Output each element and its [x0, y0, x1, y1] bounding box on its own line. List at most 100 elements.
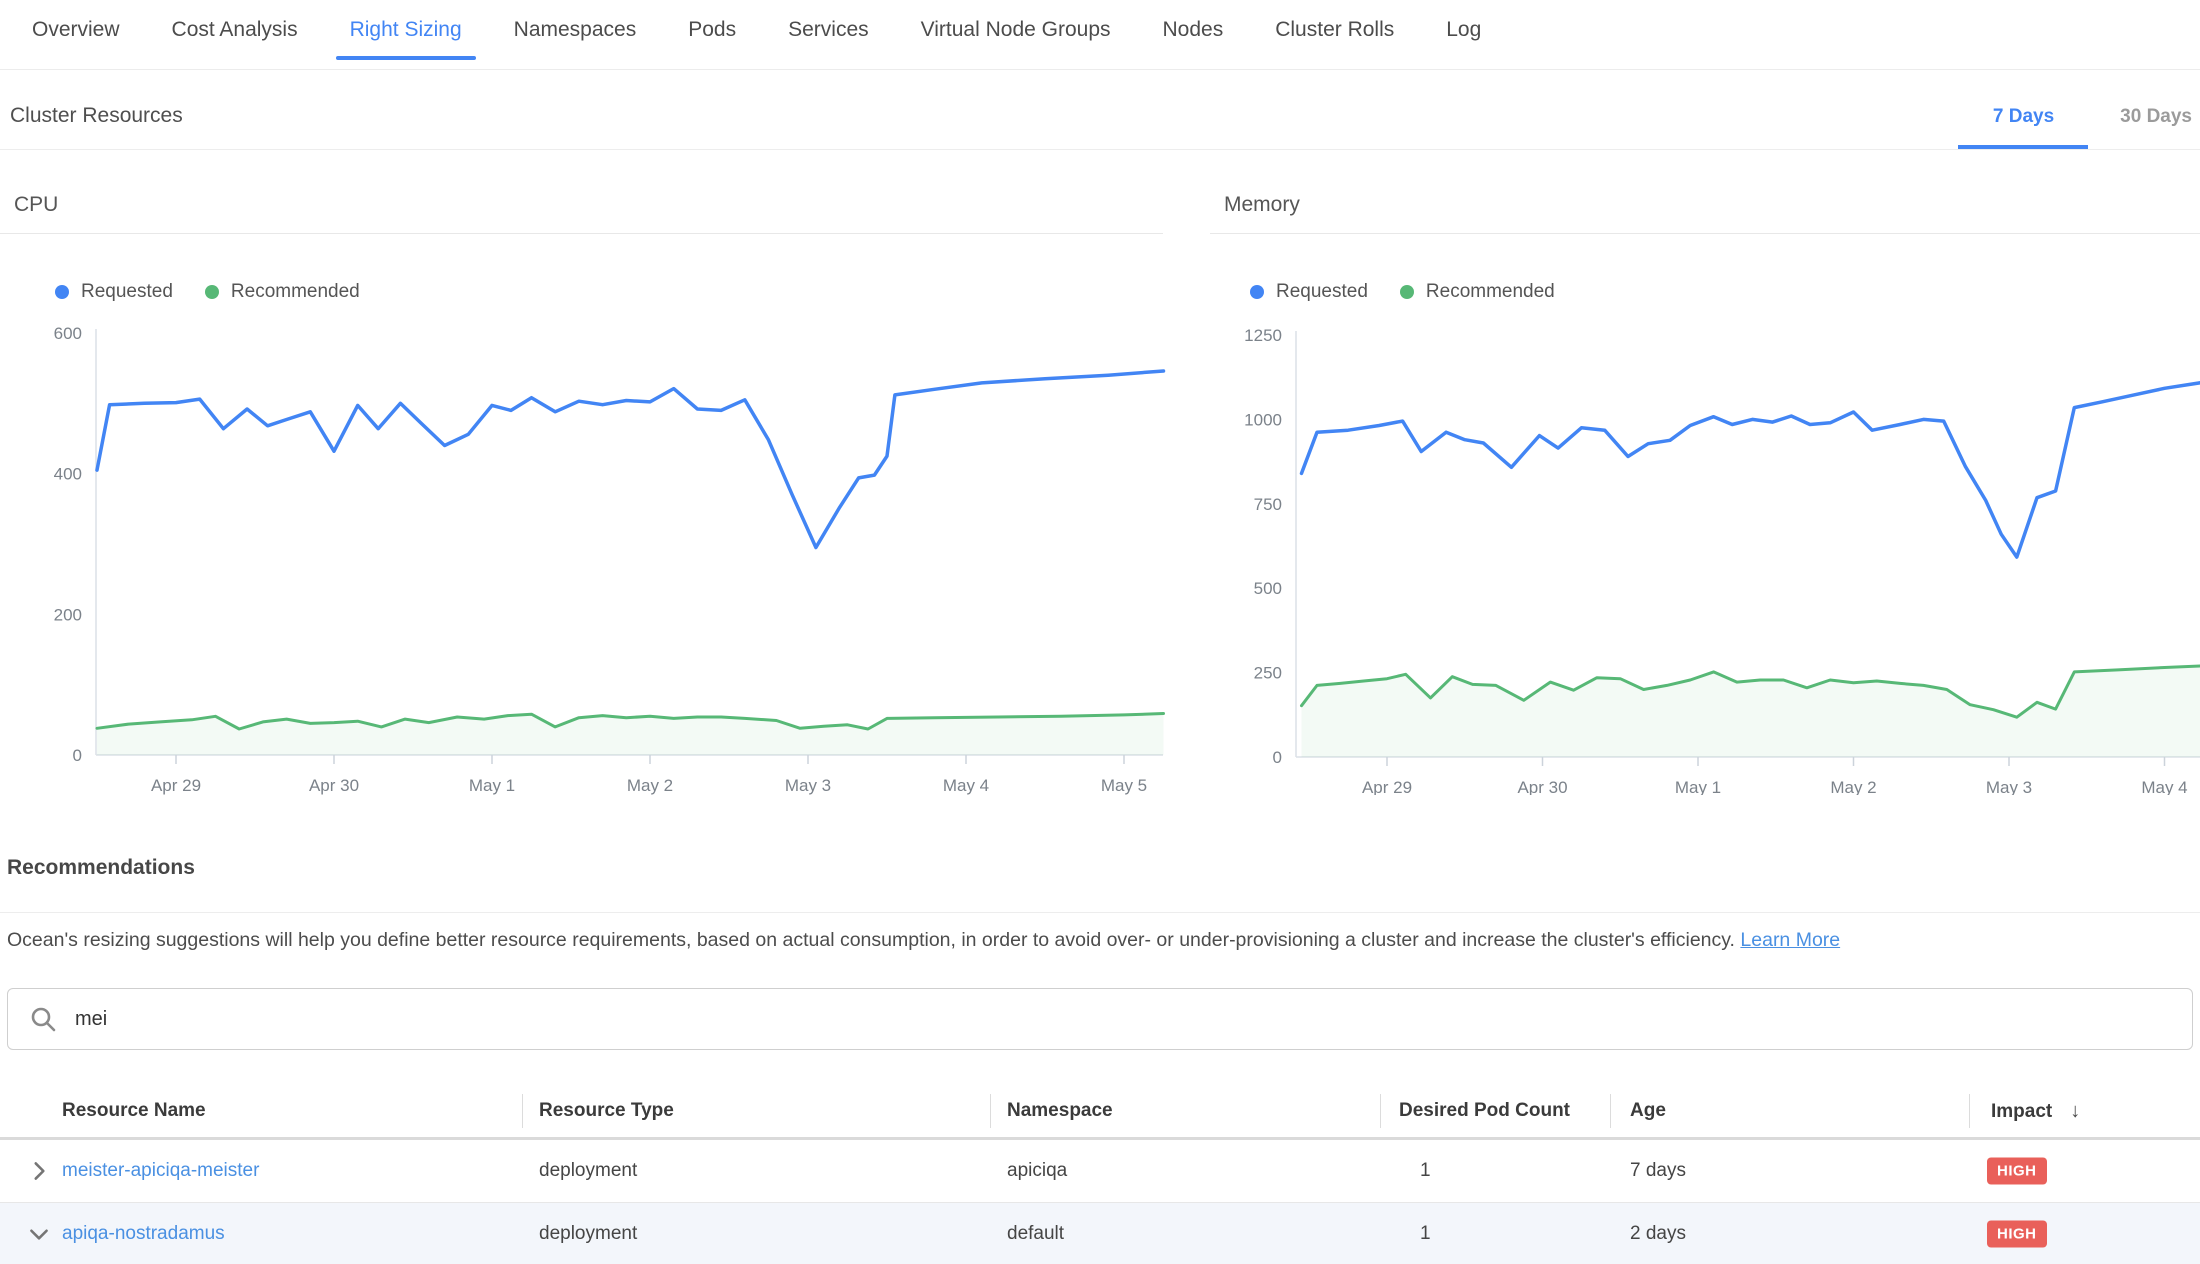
cpu-chart-legend: Requested Recommended: [55, 281, 392, 303]
chevron-right-icon[interactable]: [26, 1158, 52, 1184]
y-axis-tick-label: 600: [54, 325, 82, 343]
y-axis-tick-label: 200: [54, 605, 82, 624]
x-axis-tick-label: May 3: [1986, 778, 2032, 795]
time-range-7-days[interactable]: 7 Days: [1993, 106, 2054, 128]
tab-namespaces[interactable]: Namespaces: [514, 18, 637, 64]
legend-item-requested[interactable]: Requested: [1250, 281, 1368, 303]
search-icon: [30, 1006, 57, 1033]
pod-count-cell: 1: [1420, 1223, 1431, 1245]
resource-name-link[interactable]: meister-apiciqa-meister: [62, 1160, 259, 1182]
namespace-cell: apiciqa: [1007, 1160, 1067, 1182]
column-header-desired-pod-count[interactable]: Desired Pod Count: [1399, 1100, 1570, 1122]
page-title: Cluster Resources: [10, 104, 183, 128]
age-cell: 2 days: [1630, 1223, 1686, 1245]
legend-label: Recommended: [1426, 281, 1555, 303]
requested-legend-dot-icon: [1250, 285, 1264, 299]
memory-line-chart: 0 250 500 750 1000 1250 Apr 29 Apr 30 May 1 May 2…: [1210, 325, 2200, 795]
tab-bar: Overview Cost Analysis Right Sizing Namespa…: [0, 0, 2200, 70]
cpu-line-chart: 0 200 400 600 Apr 29 Apr 30 May 1 May 2 May 3 May…: [0, 325, 1170, 795]
tab-cost-analysis[interactable]: Cost Analysis: [172, 18, 298, 64]
recommended-legend-dot-icon: [205, 285, 219, 299]
y-axis-tick-label: 400: [54, 465, 82, 484]
resource-type-cell: deployment: [539, 1223, 637, 1245]
x-axis-tick-label: May 1: [469, 776, 515, 795]
x-axis-tick-label: May 4: [2141, 778, 2187, 795]
recommendations-description: Ocean's resizing suggestions will help y…: [7, 929, 2107, 952]
column-header-age[interactable]: Age: [1630, 1100, 1666, 1122]
column-divider: [1610, 1094, 1611, 1128]
column-divider: [990, 1094, 991, 1128]
search-box: [7, 988, 2193, 1050]
x-axis-tick-label: Apr 30: [1517, 778, 1567, 795]
pod-count-cell: 1: [1420, 1160, 1431, 1182]
tab-virtual-node-groups[interactable]: Virtual Node Groups: [921, 18, 1111, 64]
column-divider: [522, 1094, 523, 1128]
namespace-cell: default: [1007, 1223, 1064, 1245]
x-axis-tick-label: May 2: [1830, 778, 1876, 795]
tab-nodes[interactable]: Nodes: [1163, 18, 1224, 64]
active-range-underline: [1958, 145, 2088, 149]
requested-legend-dot-icon: [55, 285, 69, 299]
time-range-30-days[interactable]: 30 Days: [2120, 106, 2192, 128]
recommended-legend-dot-icon: [1400, 285, 1414, 299]
y-axis-tick-label: 250: [1254, 664, 1282, 683]
y-axis-tick-label: 0: [73, 746, 82, 765]
x-axis-tick-label: Apr 30: [309, 776, 359, 795]
resource-name-link[interactable]: apiqa-nostradamus: [62, 1223, 225, 1245]
tab-right-sizing[interactable]: Right Sizing: [350, 18, 462, 64]
legend-item-recommended[interactable]: Recommended: [1400, 281, 1555, 303]
cpu-chart-title: CPU: [0, 193, 1163, 234]
memory-chart-legend: Requested Recommended: [1250, 281, 1587, 303]
y-axis-tick-label: 0: [1273, 748, 1282, 767]
legend-item-recommended[interactable]: Recommended: [205, 281, 360, 303]
x-axis-tick-label: May 3: [785, 776, 831, 795]
impact-badge: HIGH: [1987, 1158, 2047, 1185]
column-header-resource-type[interactable]: Resource Type: [539, 1100, 674, 1122]
legend-label: Recommended: [231, 281, 360, 303]
recommended-area: [97, 714, 1164, 756]
recommendations-description-text: Ocean's resizing suggestions will help y…: [7, 929, 1740, 951]
column-divider: [1969, 1094, 1970, 1128]
table-row[interactable]: apiqa-nostradamus deployment default 1 2 day…: [0, 1203, 2200, 1264]
x-axis-tick-label: May 2: [627, 776, 673, 795]
cpu-chart: 0 200 400 600 Apr 29 Apr 30 May 1 May 2 May 3 May…: [0, 325, 1170, 795]
table-header-row: Resource Name Resource Type Namespace Desir…: [0, 1090, 2200, 1137]
recommendations-divider: [0, 912, 2200, 913]
legend-item-requested[interactable]: Requested: [55, 281, 173, 303]
learn-more-link[interactable]: Learn More: [1740, 929, 1840, 951]
tab-services[interactable]: Services: [788, 18, 869, 64]
search-input[interactable]: [73, 1007, 2192, 1032]
age-cell: 7 days: [1630, 1160, 1686, 1182]
column-header-resource-name[interactable]: Resource Name: [62, 1100, 206, 1122]
x-axis-tick-label: Apr 29: [1362, 778, 1412, 795]
tab-pods[interactable]: Pods: [688, 18, 736, 64]
requested-series-line: [97, 371, 1164, 548]
column-header-namespace[interactable]: Namespace: [1007, 1100, 1113, 1122]
memory-chart: 0 250 500 750 1000 1250 Apr 29 Apr 30 May 1 May 2…: [1210, 325, 2200, 795]
column-header-impact[interactable]: Impact↓: [1991, 1100, 2080, 1123]
y-axis-tick-label: 1000: [1244, 410, 1282, 429]
x-axis-tick-label: Apr 29: [151, 776, 201, 795]
chevron-down-icon[interactable]: [26, 1221, 52, 1247]
y-axis-tick-label: 750: [1254, 495, 1282, 514]
right-sizing-page: Overview Cost Analysis Right Sizing Namespa…: [0, 0, 2200, 1264]
memory-chart-title: Memory: [1210, 193, 2200, 234]
tab-overview[interactable]: Overview: [32, 18, 120, 64]
y-axis-tick-label: 500: [1254, 579, 1282, 598]
legend-label: Requested: [1276, 281, 1368, 303]
tab-cluster-rolls[interactable]: Cluster Rolls: [1275, 18, 1394, 64]
y-axis-tick-label: 1250: [1244, 326, 1282, 345]
column-divider: [1380, 1094, 1381, 1128]
x-axis-tick-label: May 4: [943, 776, 989, 795]
section-divider: [0, 149, 2200, 150]
table-row[interactable]: meister-apiciqa-meisterdeploymentapiciqa…: [0, 1140, 2200, 1203]
tab-log[interactable]: Log: [1446, 18, 1481, 64]
sort-desc-icon[interactable]: ↓: [2070, 1100, 2080, 1122]
recommendations-heading: Recommendations: [7, 856, 195, 880]
time-range-toggle: 7 Days 30 Days: [1993, 106, 2192, 128]
requested-series-line: [1302, 382, 2200, 557]
impact-badge: HIGH: [1987, 1221, 2047, 1248]
x-axis-tick-label: May 1: [1675, 778, 1721, 795]
legend-label: Requested: [81, 281, 173, 303]
x-axis-tick-label: May 5: [1101, 776, 1147, 795]
